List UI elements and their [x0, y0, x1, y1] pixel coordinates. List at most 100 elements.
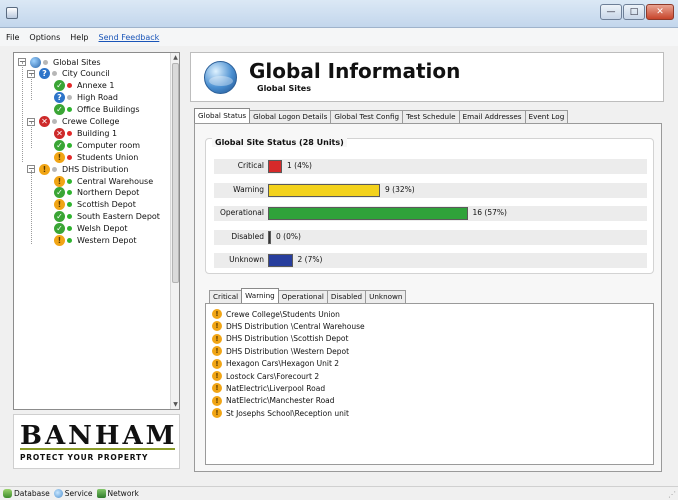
filter-tab-operational[interactable]: Operational [277, 290, 328, 303]
menu-bar: File Options Help Send Feedback [0, 28, 678, 46]
list-item[interactable]: ! Hexagon Cars\Hexagon Unit 2 [212, 358, 339, 370]
tree-item[interactable]: ? City Council [39, 68, 110, 80]
connection-dot-icon [67, 238, 72, 243]
tree-connector [31, 170, 32, 244]
globe-icon [30, 56, 41, 68]
tree-item[interactable]: ? High Road [54, 92, 118, 104]
tree-item[interactable]: ✓ Office Buildings [54, 104, 140, 116]
tree-root[interactable]: Global Sites [30, 56, 101, 68]
list-item[interactable]: ! Crewe College\Students Union [212, 308, 340, 320]
list-item-label: St Josephs School\Reception unit [226, 408, 349, 418]
filter-tab-unknown[interactable]: Unknown [365, 290, 407, 303]
connection-dot-icon [67, 214, 72, 220]
status-ok-icon: ✓ [54, 104, 65, 116]
status-bar-warning [268, 183, 380, 197]
status-bar-critical [268, 160, 282, 173]
tree-item-label: Northern Depot [77, 188, 140, 198]
maximize-button[interactable]: □ [623, 4, 645, 20]
connection-dot-icon [67, 202, 72, 208]
tree-item[interactable]: ! Scottish Depot [54, 199, 136, 211]
warning-icon: ! [212, 358, 222, 369]
list-item[interactable]: ! DHS Distribution \Central Warehouse [212, 320, 365, 332]
send-feedback-link[interactable]: Send Feedback [99, 33, 160, 42]
tab-global-logon-details[interactable]: Global Logon Details [249, 110, 332, 123]
status-bar-disabled [268, 230, 271, 244]
warning-icon: ! [212, 346, 222, 357]
list-item[interactable]: ! DHS Distribution \Western Depot [212, 345, 349, 357]
status-network-label: Network [107, 489, 139, 498]
tree-item[interactable]: ✓ Welsh Depot [54, 223, 128, 235]
tree-item-label: City Council [62, 69, 110, 79]
warning-icon: ! [212, 408, 222, 419]
status-database-label: Database [14, 489, 50, 498]
filter-tab-disabled[interactable]: Disabled [326, 290, 367, 303]
menu-options[interactable]: Options [29, 33, 60, 42]
window-controls: — □ ✕ [600, 4, 674, 20]
status-warn-icon: ! [39, 163, 50, 175]
menu-help[interactable]: Help [70, 33, 88, 42]
status-warn-icon: ! [54, 151, 65, 163]
list-item-label: Hexagon Cars\Hexagon Unit 2 [226, 359, 340, 369]
tree-item[interactable]: ! Students Union [54, 151, 138, 163]
filter-tab-warning[interactable]: Warning [241, 288, 279, 303]
minimize-button[interactable]: — [600, 4, 622, 20]
title-bar[interactable]: — □ ✕ [0, 0, 678, 28]
status-label: Disabled [231, 231, 264, 241]
filter-tab-critical[interactable]: Critical [209, 290, 243, 303]
close-button[interactable]: ✕ [646, 4, 674, 20]
tab-global-status[interactable]: Global Status [194, 108, 251, 123]
scroll-up-icon[interactable]: ▲ [171, 53, 179, 62]
warning-icon: ! [212, 371, 222, 381]
tree-item[interactable]: ✓ Northern Depot [54, 187, 139, 199]
status-ok-icon: ✓ [54, 223, 65, 235]
tree-item[interactable]: ! Central Warehouse [54, 175, 153, 187]
status-service: Service [53, 489, 93, 498]
service-icon [53, 489, 63, 498]
list-item[interactable]: ! NatElectric\Manchester Road [212, 395, 335, 407]
warning-icon: ! [212, 395, 222, 406]
warning-icon: ! [212, 321, 222, 332]
status-warn-icon: ! [54, 235, 65, 246]
warning-icon: ! [212, 383, 222, 394]
status-count: 16 (57%) [472, 208, 507, 217]
tab-email-addresses[interactable]: Email Addresses [458, 110, 526, 123]
menu-file[interactable]: File [6, 33, 19, 42]
tree-item[interactable]: ! Western Depot [54, 235, 137, 247]
connection-dot-icon [52, 166, 57, 172]
tree-item-label: Welsh Depot [77, 224, 128, 234]
application-window: — □ ✕ File Options Help Send Feedback ▲ … [0, 0, 678, 500]
warning-list[interactable]: ! Crewe College\Students Union! DHS Distri… [205, 303, 654, 465]
status-label: Unknown [229, 255, 264, 264]
status-warn-icon: ! [54, 175, 65, 187]
tree-item[interactable]: ✓ Annexe 1 [54, 80, 114, 92]
list-item[interactable]: ! NatElectric\Liverpool Road [212, 382, 325, 394]
scroll-down-icon[interactable]: ▼ [171, 400, 179, 409]
tree-item-label: Crewe College [62, 117, 120, 126]
maximize-icon: □ [629, 7, 639, 17]
logo-divider [20, 448, 175, 450]
resize-grip-icon[interactable]: ⋰ [668, 490, 676, 499]
status-ok-icon: ✓ [54, 211, 65, 223]
tree-connector [31, 122, 32, 148]
list-item-label: NatElectric\Liverpool Road [226, 383, 326, 393]
tree-item[interactable]: ✓ South Eastern Depot [54, 211, 160, 223]
status-bar-operational [268, 207, 468, 220]
status-warn-icon: ! [54, 199, 65, 211]
tree-scrollbar[interactable]: ▲ ▼ [170, 53, 179, 409]
tree-item[interactable]: ✓ Computer room [54, 139, 140, 151]
tab-global-test-config[interactable]: Global Test Config [330, 110, 404, 123]
scroll-thumb[interactable] [172, 63, 179, 283]
tab-event-log[interactable]: Event Log [524, 110, 569, 123]
header: Global Information Global Sites [190, 52, 664, 102]
status-bad-icon: ✕ [39, 116, 50, 127]
tree-item[interactable]: ✕ Crewe College [39, 116, 119, 128]
list-item-label: NatElectric\Manchester Road [226, 396, 335, 406]
tree-item[interactable]: ! DHS Distribution [39, 163, 128, 175]
tree-item[interactable]: ✕ Building 1 [54, 127, 117, 139]
list-item[interactable]: ! Lostock Cars\Forecourt 2 [212, 370, 319, 382]
list-item[interactable]: ! St Josephs School\Reception unit [212, 407, 349, 419]
close-icon: ✕ [656, 7, 664, 17]
site-tree[interactable]: ▲ ▼ − Global Sites −? City Council ✓ Annexe 1… [13, 52, 180, 410]
tab-test-schedule[interactable]: Test Schedule [402, 110, 460, 123]
list-item[interactable]: ! DHS Distribution \Scottish Depot [212, 333, 348, 345]
